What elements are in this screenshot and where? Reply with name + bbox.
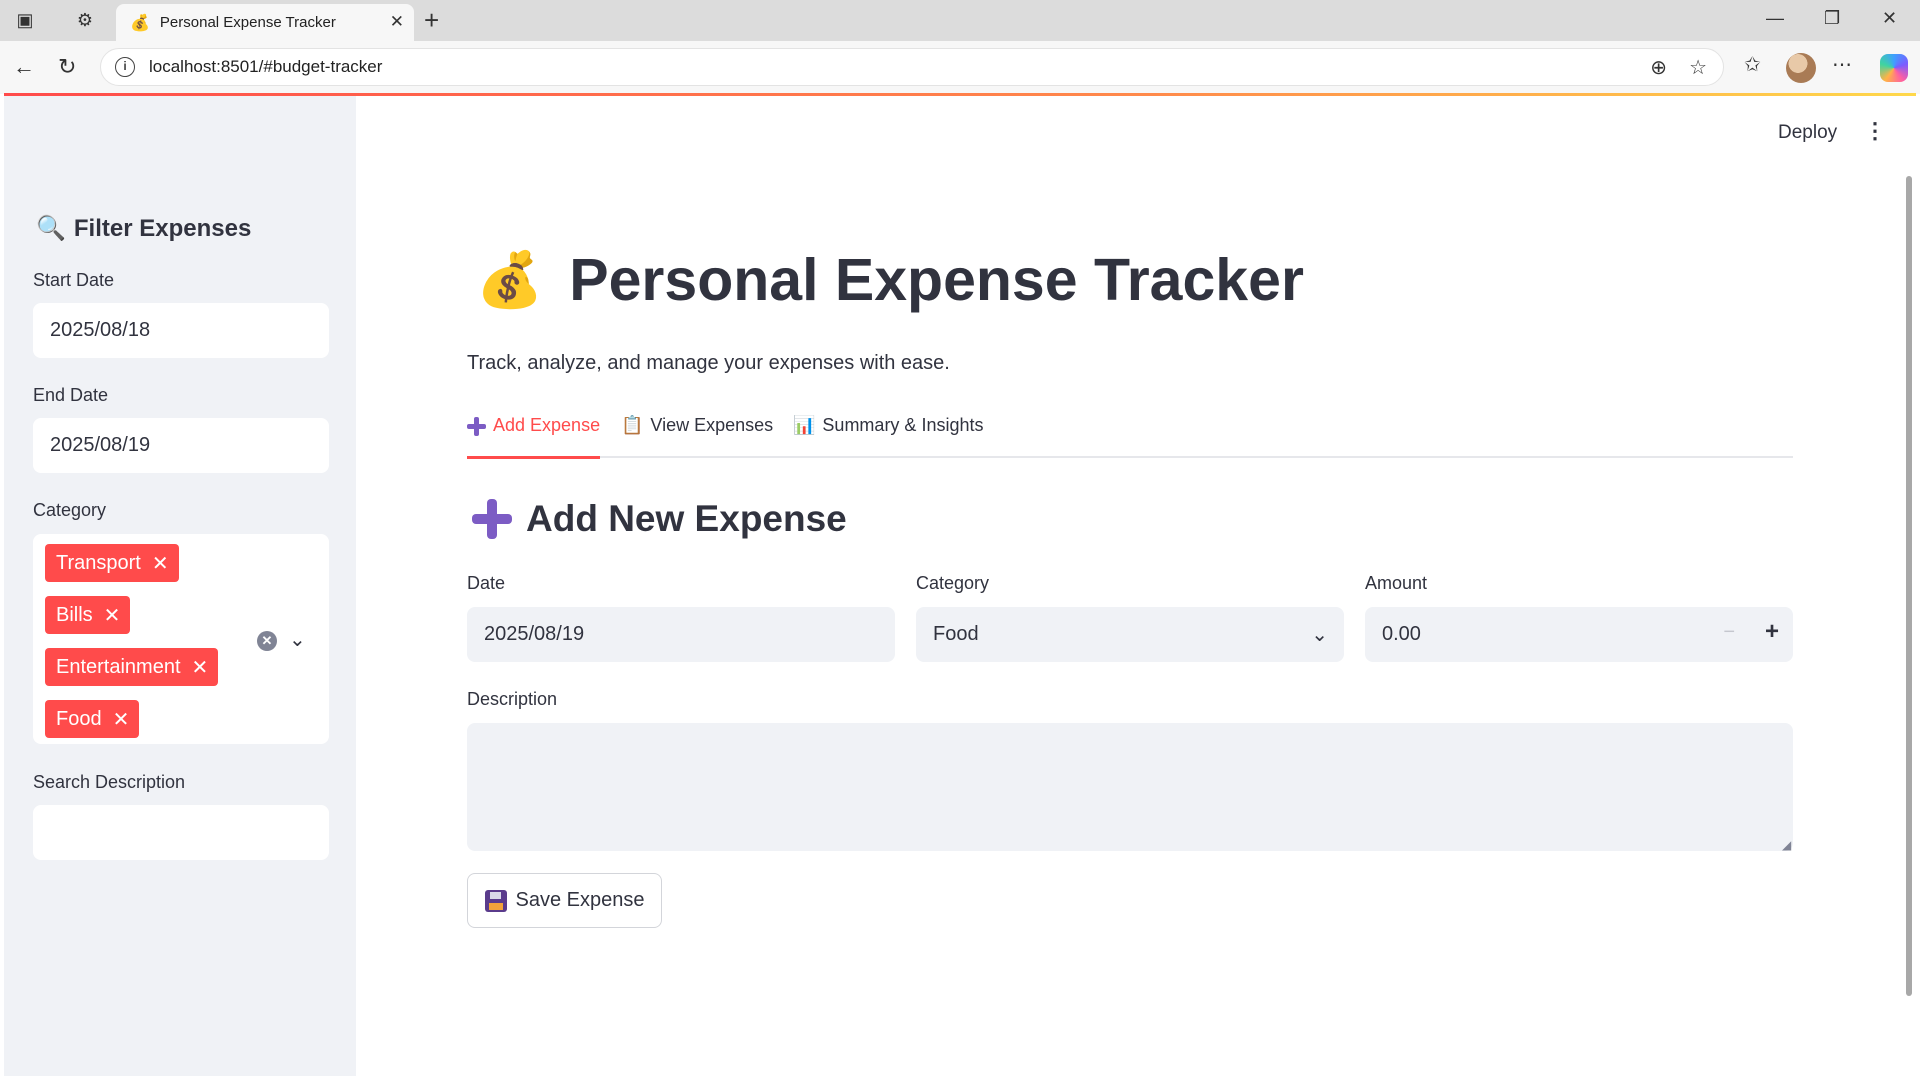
search-description-input[interactable] (33, 805, 329, 860)
category-select[interactable]: Food ⌄ (916, 607, 1344, 662)
increment-button[interactable]: + (1765, 618, 1779, 646)
page-title: Personal Expense Tracker (569, 247, 1304, 313)
site-info-icon[interactable]: i (115, 57, 135, 77)
window-close-icon[interactable]: ✕ (1882, 8, 1897, 29)
favorites-icon[interactable]: ✩ (1744, 52, 1761, 77)
amount-value: 0.00 (1382, 623, 1421, 645)
browser-toolbar: ← ↻ i localhost:8501/#budget-tracker ⊕ ☆ (0, 41, 1920, 94)
category-chip-transport[interactable]: Transport ✕ (45, 544, 179, 582)
decrement-button[interactable]: − (1723, 621, 1735, 644)
chevron-down-icon: ⌄ (1311, 624, 1328, 646)
chip-remove-icon[interactable]: ✕ (113, 707, 130, 732)
minimize-icon[interactable]: — (1766, 8, 1784, 29)
description-label: Description (467, 689, 558, 709)
money-bag-icon: 💰 (476, 249, 544, 310)
tab-label: Summary & Insights (822, 415, 984, 435)
tab-close-icon[interactable]: ✕ (390, 12, 404, 32)
amount-input[interactable]: 0.00 − + (1365, 607, 1793, 662)
category-chip-food[interactable]: Food ✕ (45, 700, 140, 738)
page-subtitle: Track, analyze, and manage your expenses… (467, 352, 950, 374)
tab-title: Personal Expense Tracker (159, 14, 336, 31)
favorite-star-icon[interactable]: ☆ (1689, 55, 1707, 80)
floppy-disk-icon (484, 889, 507, 912)
browser-titlebar: ▣ ⚙ 💰 Personal Expense Tracker ✕ + — ❐ ✕ (0, 0, 1920, 41)
scrollbar[interactable] (1906, 176, 1912, 996)
sidebar-toggle-icon[interactable]: ▣ (11, 6, 39, 34)
tab-bar: Add Expense 📋 View Expenses 📊 Summary & … (467, 412, 1793, 459)
back-arrow-icon[interactable]: ← (13, 54, 35, 80)
save-expense-button[interactable]: Save Expense (467, 873, 662, 928)
category-multiselect[interactable]: Transport ✕ Bills ✕ Entertainment ✕ Food… (33, 534, 329, 744)
date-input[interactable]: 2025/08/19 (467, 607, 895, 662)
chip-remove-icon[interactable]: ✕ (104, 603, 121, 628)
chip-label: Entertainment (56, 655, 181, 678)
bar-chart-icon: 📊 (793, 415, 816, 435)
category-chip-entertainment[interactable]: Entertainment ✕ (45, 648, 219, 686)
sidebar: 🔍 Filter Expenses Start Date 2025/08/18 … (4, 96, 356, 1076)
address-bar[interactable]: i localhost:8501/#budget-tracker ⊕ ☆ (100, 48, 1724, 86)
chip-label: Food (56, 707, 102, 730)
clear-all-icon[interactable]: ✕ (257, 631, 277, 651)
url-text[interactable]: localhost:8501/#budget-tracker (149, 57, 382, 77)
tab-view-expenses[interactable]: 📋 View Expenses (621, 412, 773, 458)
category-select-value: Food (933, 623, 979, 645)
chip-remove-icon[interactable]: ✕ (152, 551, 169, 576)
new-tab-button[interactable]: + (424, 6, 439, 34)
plus-icon (467, 417, 486, 436)
plus-icon (472, 499, 512, 539)
tab-summary-insights[interactable]: 📊 Summary & Insights (793, 412, 983, 458)
sidebar-header: 🔍 Filter Expenses (36, 214, 251, 243)
sidebar-header-text: Filter Expenses (73, 214, 252, 242)
amount-label: Amount (1365, 573, 1428, 593)
search-description-label: Search Description (33, 772, 186, 792)
page-title-row: 💰 Personal Expense Tracker (476, 246, 1304, 314)
date-label: Date (467, 573, 506, 593)
magnifier-icon: 🔍 (36, 215, 66, 242)
end-date-input[interactable]: 2025/08/19 (33, 418, 329, 473)
section-title-text: Add New Expense (526, 498, 847, 539)
tab-favicon-icon: 💰 (130, 14, 150, 32)
settings-gear-icon[interactable]: ⚙ (71, 6, 99, 34)
chip-remove-icon[interactable]: ✕ (192, 655, 209, 680)
zoom-icon[interactable]: ⊕ (1650, 55, 1667, 80)
category-filter-label: Category (33, 500, 107, 520)
chip-label: Transport (56, 551, 141, 574)
section-title: Add New Expense (472, 498, 847, 540)
copilot-icon[interactable] (1880, 54, 1908, 82)
browser-tab-active[interactable]: 💰 Personal Expense Tracker ✕ (116, 4, 414, 41)
reload-icon[interactable]: ↻ (58, 54, 76, 80)
category-label: Category (916, 573, 990, 593)
more-menu-icon[interactable]: ⋯ (1832, 52, 1852, 77)
chevron-down-icon[interactable]: ⌄ (289, 627, 306, 652)
start-date-input[interactable]: 2025/08/18 (33, 303, 329, 358)
clipboard-icon: 📋 (621, 415, 644, 435)
save-button-label: Save Expense (515, 889, 645, 911)
tab-label: Add Expense (493, 415, 601, 435)
tab-label: View Expenses (650, 415, 774, 435)
end-date-label: End Date (33, 385, 109, 405)
description-textarea[interactable] (467, 723, 1793, 851)
tab-add-expense[interactable]: Add Expense (467, 412, 601, 459)
deploy-button[interactable]: Deploy (1778, 122, 1837, 144)
chip-label: Bills (56, 603, 93, 626)
resize-handle-icon[interactable]: ◢ (1782, 838, 1913, 1074)
category-chip-bills[interactable]: Bills ✕ (45, 596, 131, 634)
main-content: Deploy ⋮ 💰 Personal Expense Tracker Trac… (356, 96, 1916, 1076)
main-menu-icon[interactable]: ⋮ (1864, 118, 1886, 144)
restore-icon[interactable]: ❐ (1824, 8, 1840, 29)
start-date-label: Start Date (33, 270, 115, 290)
profile-avatar[interactable] (1786, 53, 1816, 83)
